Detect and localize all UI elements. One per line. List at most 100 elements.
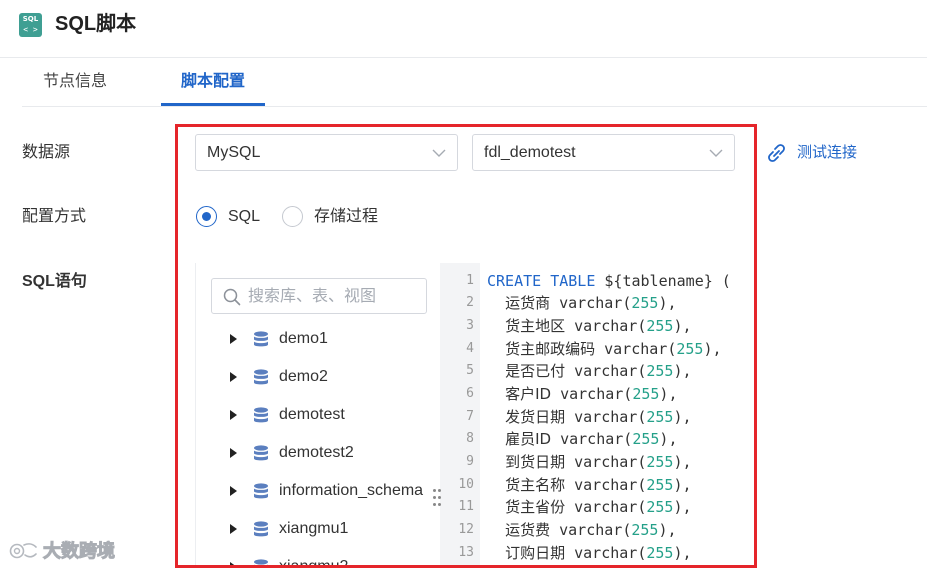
- tree-node-information-schema[interactable]: information_schema: [196, 472, 439, 510]
- caret-right-icon[interactable]: [230, 524, 237, 534]
- code-punct: ),: [658, 521, 677, 539]
- column-type: varchar(: [550, 294, 632, 312]
- logo-text-top: SQL: [22, 15, 39, 23]
- caret-right-icon[interactable]: [230, 562, 237, 568]
- caret-right-icon[interactable]: [230, 410, 237, 420]
- column-type: varchar(: [595, 340, 677, 358]
- panel-resize-handle[interactable]: [431, 487, 443, 509]
- code-punct: ),: [658, 294, 677, 312]
- column-length: 255: [646, 453, 674, 471]
- link-icon: [768, 144, 785, 162]
- tree-node-label: information_schema: [279, 482, 424, 499]
- database-icon: [254, 369, 268, 385]
- sql-code-editor[interactable]: 1 2 3 4 5 6 7 8 9 10 11 12 13 CREATE TAB…: [440, 263, 927, 568]
- database-icon: [254, 445, 268, 461]
- column-name: 到货日期: [505, 453, 566, 471]
- column-name: 货主名称: [505, 476, 566, 494]
- chevron-down-icon: [432, 149, 446, 157]
- sql-statement-label: SQL语句: [22, 273, 87, 290]
- code-punct: ),: [673, 476, 692, 494]
- column-type: varchar(: [551, 430, 633, 448]
- caret-right-icon[interactable]: [230, 372, 237, 382]
- column-name: 发货日期: [505, 408, 566, 426]
- line-number: 2: [466, 295, 474, 310]
- line-number: 3: [466, 318, 474, 333]
- column-name: 客户ID: [505, 385, 552, 403]
- code-line: 货主邮政编码 varchar(255),: [487, 338, 722, 360]
- line-number: 1: [466, 273, 474, 288]
- code-line: 订购日期 varchar(255),: [487, 542, 691, 564]
- code-line: 雇员ID varchar(255),: [487, 428, 677, 450]
- line-number: 11: [458, 499, 474, 514]
- tree-node-label: demo2: [279, 368, 328, 385]
- column-length: 255: [646, 544, 674, 562]
- page-title: SQL脚本: [55, 13, 137, 35]
- line-number: 6: [466, 386, 474, 401]
- code-punct: ),: [659, 385, 678, 403]
- code-line: 运货费 varchar(255),: [487, 519, 677, 541]
- code-line: 客户ID varchar(255),: [487, 383, 677, 405]
- line-number: 7: [466, 409, 474, 424]
- tree-node-label: demo1: [279, 330, 328, 347]
- code-line: 货主省份 varchar(255),: [487, 496, 691, 518]
- tree-node-label: xiangmu1: [279, 520, 349, 537]
- sql-script-icon: SQL < >: [19, 13, 42, 37]
- code-line: 运货商 varchar(255),: [487, 292, 677, 314]
- tree-node-demo2[interactable]: demo2: [196, 358, 439, 396]
- line-number: 12: [458, 522, 474, 537]
- tab-script-config[interactable]: 脚本配置: [161, 58, 265, 106]
- code-line: 是否已付 varchar(255),: [487, 360, 692, 382]
- search-icon: [223, 288, 241, 306]
- caret-right-icon[interactable]: [230, 334, 237, 344]
- column-type: varchar(: [565, 362, 647, 380]
- code-punct: ),: [673, 362, 692, 380]
- column-name: 运货费: [505, 521, 551, 539]
- code-punct: ),: [703, 340, 722, 358]
- watermark-logo-icon: [9, 543, 37, 559]
- tree-node-label: demotest: [279, 406, 345, 423]
- column-length: 255: [631, 294, 659, 312]
- tree-node-xiangmu2[interactable]: xiangmu2: [196, 548, 439, 568]
- column-length: 255: [646, 408, 674, 426]
- code-punct: ),: [659, 430, 678, 448]
- column-name: 订购日期: [505, 544, 566, 562]
- radio-unselected-icon: [282, 206, 303, 227]
- datasource-db-select[interactable]: fdl_demotest: [472, 134, 735, 171]
- test-connection-label: 测试连接: [797, 144, 858, 161]
- schema-tree-panel: demo1 demo2 demotest: [195, 263, 439, 568]
- logo-text-bottom: < >: [23, 25, 38, 34]
- column-type: varchar(: [565, 498, 647, 516]
- datasource-type-select[interactable]: MySQL: [195, 134, 458, 171]
- column-type: varchar(: [565, 317, 647, 335]
- column-type: varchar(: [550, 521, 632, 539]
- mode-stored-procedure-label: 存储过程: [314, 208, 379, 225]
- chevron-down-icon: [709, 149, 723, 157]
- tab-node-info[interactable]: 节点信息: [22, 58, 128, 106]
- column-type: varchar(: [551, 385, 633, 403]
- tree-node-xiangmu1[interactable]: xiangmu1: [196, 510, 439, 548]
- code-text: ${tablename} (: [595, 272, 731, 290]
- database-icon: [254, 521, 268, 537]
- mode-sql-label: SQL: [228, 208, 261, 225]
- column-length: 255: [646, 362, 674, 380]
- tree-search-input[interactable]: [248, 286, 420, 308]
- column-length: 255: [646, 498, 674, 516]
- page-header: SQL < > SQL脚本: [0, 0, 927, 58]
- column-type: varchar(: [565, 544, 647, 562]
- caret-right-icon[interactable]: [230, 448, 237, 458]
- tree-node-demo1[interactable]: demo1: [196, 320, 439, 358]
- column-name: 是否已付: [505, 362, 566, 380]
- database-icon: [254, 331, 268, 347]
- mode-stored-procedure-radio[interactable]: 存储过程: [282, 206, 382, 228]
- line-number: 13: [458, 545, 474, 560]
- line-number: 8: [466, 431, 474, 446]
- line-number: 5: [466, 363, 474, 378]
- mode-sql-radio[interactable]: SQL: [196, 206, 266, 228]
- tree-node-demotest2[interactable]: demotest2: [196, 434, 439, 472]
- code-punct: ),: [673, 453, 692, 471]
- watermark-text: 大数跨境: [43, 541, 116, 562]
- database-icon: [254, 407, 268, 423]
- radio-selected-icon: [196, 206, 217, 227]
- caret-right-icon[interactable]: [230, 486, 237, 496]
- tree-node-demotest[interactable]: demotest: [196, 396, 439, 434]
